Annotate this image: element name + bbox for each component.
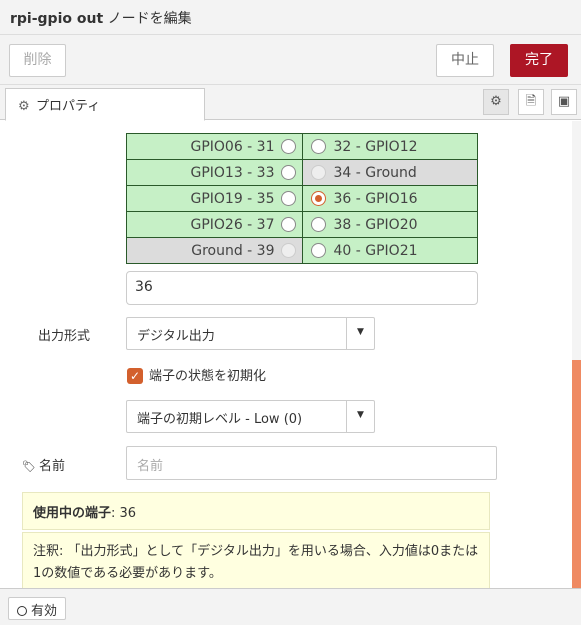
pin-number-input[interactable]: 36 <box>126 271 478 305</box>
pin-radio[interactable] <box>310 242 326 258</box>
enabled-label: 有効 <box>31 604 58 619</box>
pins-in-use-label: 使用中の端子 <box>33 506 112 521</box>
pin-cell-right: 36 - GPIO16 <box>301 185 478 212</box>
delete-button[interactable]: 削除 <box>9 44 66 77</box>
name-label-text: 名前 <box>38 459 65 474</box>
pin-row: GPIO26 - 37 38 - GPIO20 <box>126 211 478 238</box>
output-type-note: 注釈: 「出力形式」として「デジタル出力」を用いる場合、入力値は0または1の数値… <box>22 532 490 588</box>
pin-label: GPIO06 - 31 <box>190 138 275 155</box>
pins-in-use-note: 使用中の端子: 36 <box>22 492 490 530</box>
properties-panel: GPIO06 - 31 32 - GPIO12 GPIO13 - 33 34 - Gr… <box>0 121 581 588</box>
pin-cell-right: 40 - GPIO21 <box>301 237 478 264</box>
pin-radio[interactable] <box>280 190 296 206</box>
pin-row: GPIO19 - 35 36 - GPIO16 <box>126 185 478 212</box>
tab-bar: ⚙ プロパティ ⚙ 🗎 ▣ <box>0 85 581 121</box>
scrollbar-thumb[interactable] <box>572 360 581 588</box>
pin-radio[interactable] <box>280 216 296 232</box>
pin-radio <box>310 164 326 180</box>
pin-label: GPIO26 - 37 <box>190 216 275 233</box>
node-type: rpi-gpio out <box>10 11 104 27</box>
pin-radio[interactable] <box>310 216 326 232</box>
pin-label: GPIO19 - 35 <box>190 190 275 207</box>
appearance-tab-icon[interactable]: ▣ <box>551 89 577 115</box>
tab-properties[interactable]: ⚙ プロパティ <box>5 88 205 121</box>
gpio-pin-table: GPIO06 - 31 32 - GPIO12 GPIO13 - 33 34 - Gr… <box>126 133 478 264</box>
name-label: 🏷 名前 <box>22 455 65 474</box>
init-level-value: 端子の初期レベル - Low (0) <box>137 412 303 427</box>
init-state-checkbox[interactable]: ✓ <box>127 368 143 384</box>
pin-cell-left: GPIO19 - 35 <box>126 185 303 212</box>
init-level-select[interactable]: 端子の初期レベル - Low (0) ▼ <box>126 400 375 433</box>
pins-in-use-value: : 36 <box>111 506 137 521</box>
gear-icon: ⚙ <box>18 99 30 114</box>
description-tab-icon[interactable]: 🗎 <box>518 89 544 115</box>
pin-row: GPIO06 - 31 32 - GPIO12 <box>126 133 478 160</box>
dialog-toolbar: 削除 中止 完了 <box>0 35 581 85</box>
pin-cell-right: 38 - GPIO20 <box>301 211 478 238</box>
done-button[interactable]: 完了 <box>510 44 568 77</box>
name-input[interactable]: 名前 <box>126 446 497 480</box>
pin-cell-right: 34 - Ground <box>301 159 478 186</box>
chevron-down-icon: ▼ <box>346 318 374 349</box>
pin-radio[interactable] <box>310 138 326 154</box>
pin-radio[interactable] <box>280 164 296 180</box>
pin-row: GPIO13 - 33 34 - Ground <box>126 159 478 186</box>
pin-label: 36 - GPIO16 <box>333 190 418 207</box>
pin-radio[interactable] <box>310 190 326 206</box>
settings-tab-icon[interactable]: ⚙ <box>483 89 509 115</box>
output-type-label: 出力形式 <box>38 329 91 344</box>
pin-radio <box>280 242 296 258</box>
pin-label: GPIO13 - 33 <box>190 164 275 181</box>
pin-row: Ground - 39 40 - GPIO21 <box>126 237 478 264</box>
pin-cell-left: GPIO26 - 37 <box>126 211 303 238</box>
init-state-label: 端子の状態を初期化 <box>149 369 267 384</box>
pin-cell-right: 32 - GPIO12 <box>301 133 478 160</box>
chevron-down-icon: ▼ <box>346 401 374 432</box>
pin-label: Ground - 39 <box>191 242 275 259</box>
output-type-value: デジタル出力 <box>137 329 215 344</box>
tag-icon: 🏷 <box>22 460 36 473</box>
output-type-select[interactable]: デジタル出力 ▼ <box>126 317 375 350</box>
pin-label: 32 - GPIO12 <box>333 138 418 155</box>
pin-label: 40 - GPIO21 <box>333 242 418 259</box>
pin-cell-left: GPIO06 - 31 <box>126 133 303 160</box>
dialog-footer: 有効 <box>0 588 581 625</box>
dialog-title: rpi-gpio out ノードを編集 <box>0 0 581 35</box>
circle-icon <box>17 606 27 616</box>
enabled-toggle[interactable]: 有効 <box>8 597 67 620</box>
pin-cell-left: Ground - 39 <box>126 237 303 264</box>
pin-label: 34 - Ground <box>333 164 417 181</box>
pin-cell-left: GPIO13 - 33 <box>126 159 303 186</box>
cancel-button[interactable]: 中止 <box>436 44 494 77</box>
pin-label: 38 - GPIO20 <box>333 216 418 233</box>
tab-properties-label: プロパティ <box>36 99 101 114</box>
title-suffix: ノードを編集 <box>103 11 192 27</box>
pin-radio[interactable] <box>280 138 296 154</box>
